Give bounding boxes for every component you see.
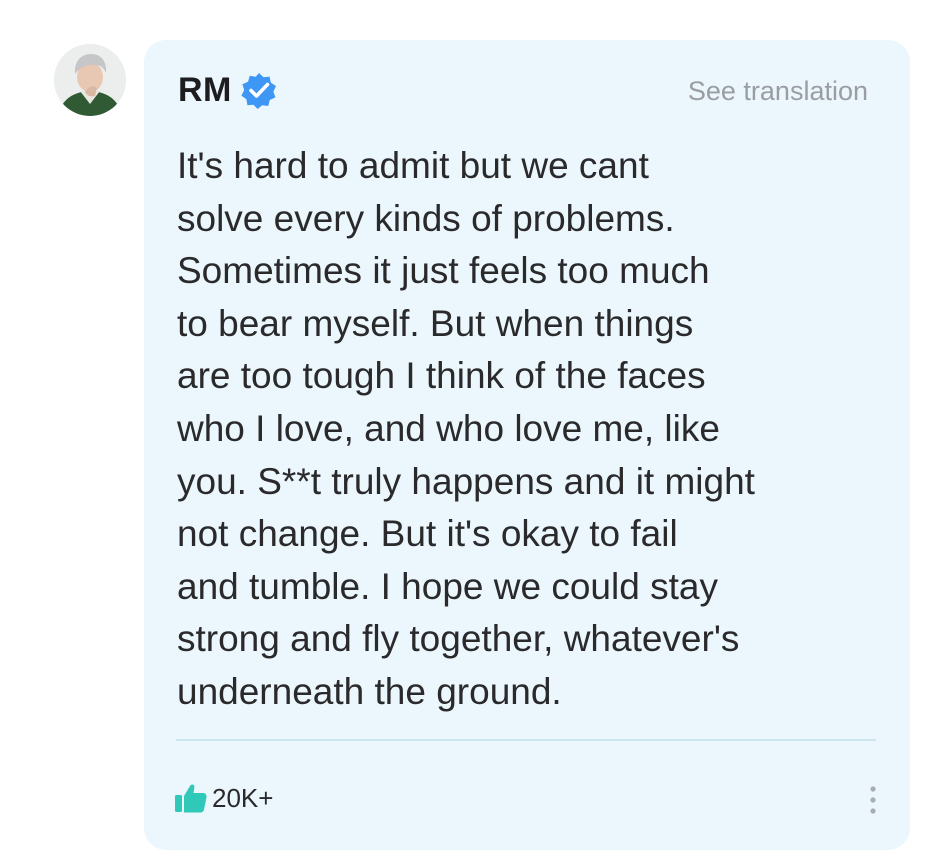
post-card: RM See translation It's hard to admit bu… (144, 40, 910, 850)
verified-badge-icon (240, 71, 278, 109)
author-name[interactable]: RM (178, 71, 232, 110)
author-header: RM (178, 68, 278, 112)
author-avatar[interactable] (54, 44, 126, 116)
like-button[interactable]: 20K+ (174, 782, 273, 814)
avatar-image (54, 44, 126, 116)
thumbs-up-icon (174, 782, 208, 814)
post-page: RM See translation It's hard to admit bu… (0, 0, 930, 866)
more-vertical-icon[interactable] (866, 784, 880, 818)
like-count: 20K+ (212, 782, 274, 813)
post-body-text: It's hard to admit but we cant solve eve… (177, 145, 755, 712)
divider (176, 739, 876, 741)
see-translation-link[interactable]: See translation (688, 76, 868, 107)
